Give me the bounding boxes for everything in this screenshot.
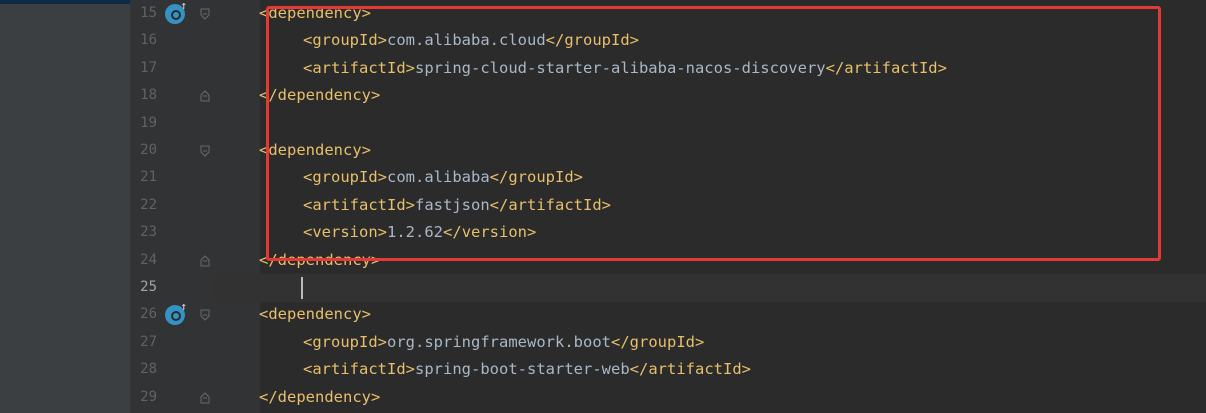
text-caret (301, 277, 303, 299)
xml-tag-bracket: > (377, 332, 388, 351)
xml-tag-bracket: </ (259, 387, 278, 406)
line-number[interactable]: 19 (130, 110, 157, 138)
code-text: <groupId>org.springframework.boot</group… (303, 329, 704, 357)
fold-marker-icon[interactable] (200, 391, 210, 404)
line-number[interactable]: 23 (130, 219, 157, 247)
fold-marker-icon[interactable] (200, 309, 210, 322)
xml-tag-bracket: > (405, 360, 416, 379)
run-gutter-icon[interactable]: ↑ (165, 0, 187, 24)
line-number[interactable]: 25 (130, 274, 157, 302)
fold-marker-icon[interactable] (200, 90, 210, 102)
xml-tag-name: groupId (312, 332, 378, 351)
code-line[interactable]: 28 <artifactId>spring-boot-starter-web</a… (130, 356, 1206, 384)
line-number[interactable]: 16 (130, 27, 157, 55)
line-number[interactable]: 22 (130, 192, 157, 220)
up-arrow-icon: ↑ (180, 300, 187, 314)
xml-tag-bracket: > (361, 305, 372, 324)
xml-tag-name: artifactId (648, 360, 742, 379)
xml-tag-bracket: </ (610, 332, 630, 351)
code-line[interactable]: 25 (130, 274, 1206, 302)
xml-text-value: spring-boot-starter-web (415, 360, 630, 379)
xml-tag-bracket: > (694, 332, 705, 351)
code-text: <dependency> (259, 301, 371, 329)
code-line-content[interactable]: <artifactId>spring-boot-starter-web</art… (214, 356, 1206, 384)
run-gutter-icon[interactable]: ↑ (165, 301, 187, 326)
line-number[interactable]: 15 (130, 0, 157, 28)
fold-marker-icon[interactable] (200, 145, 210, 157)
xml-text-value: org.springframework.boot (387, 332, 611, 351)
highlight-annotation-box (266, 6, 1161, 261)
xml-tag-name: groupId (629, 332, 695, 351)
tool-window-accent (0, 0, 130, 4)
line-number[interactable]: 29 (130, 384, 157, 412)
xml-tag-bracket: < (303, 332, 313, 351)
code-line[interactable]: 26 ↑ <dependency> (130, 301, 1206, 329)
code-line-content[interactable]: </dependency> (214, 384, 1206, 412)
code-line-content[interactable] (214, 274, 1206, 302)
fold-marker-icon[interactable] (200, 8, 210, 20)
xml-tag-name: artifactId (312, 360, 406, 379)
xml-tag-bracket: > (741, 360, 751, 379)
code-text: </dependency> (259, 384, 380, 412)
line-number[interactable]: 21 (130, 164, 157, 192)
xml-tag-name: dependency (277, 387, 371, 406)
xml-tag-bracket: < (303, 360, 313, 379)
code-line-content[interactable]: <dependency> (214, 301, 1206, 329)
code-line-content[interactable]: <groupId>org.springframework.boot</group… (214, 329, 1206, 357)
line-number[interactable]: 26 (130, 301, 157, 329)
line-number[interactable]: 24 (130, 247, 157, 275)
line-number[interactable]: 27 (130, 329, 157, 357)
xml-tag-name: dependency (268, 305, 362, 324)
tool-window-strip (0, 0, 130, 413)
line-number[interactable]: 28 (130, 356, 157, 384)
line-number[interactable]: 17 (130, 55, 157, 83)
code-line[interactable]: 27 <groupId>org.springframework.boot</gro… (130, 329, 1206, 357)
line-number[interactable]: 20 (130, 137, 157, 165)
fold-marker-icon[interactable] (200, 254, 210, 267)
xml-tag-bracket: </ (629, 360, 649, 379)
xml-tag-bracket: > (371, 387, 381, 406)
xml-tag-bracket: < (259, 305, 269, 324)
up-arrow-icon: ↑ (180, 0, 187, 12)
line-number[interactable]: 18 (130, 82, 157, 110)
code-line[interactable]: 29 </dependency> (130, 384, 1206, 412)
code-text: <artifactId>spring-boot-starter-web</art… (303, 356, 751, 384)
